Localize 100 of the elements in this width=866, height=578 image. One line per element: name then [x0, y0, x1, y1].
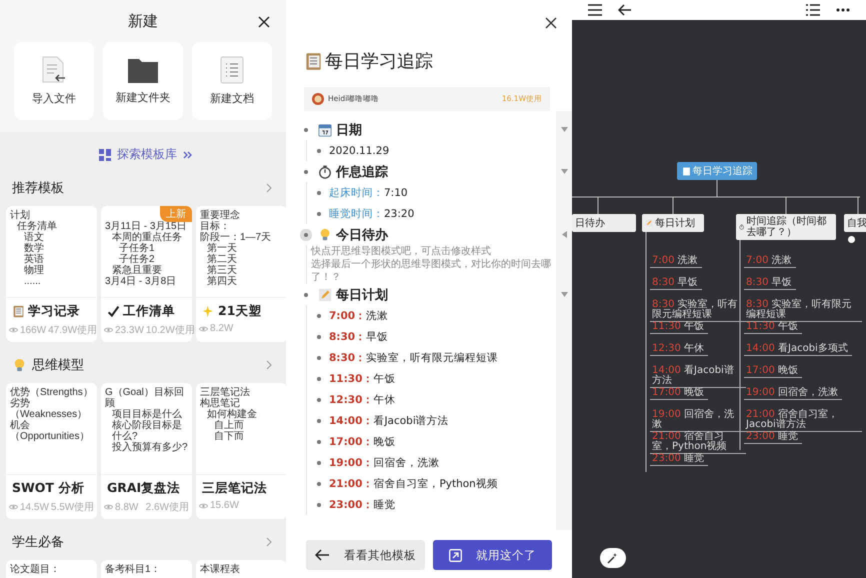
card-title: 三层笔记法	[202, 480, 267, 497]
preview-line: 构思笔记	[200, 398, 240, 409]
section-title: 学生必备	[12, 534, 65, 551]
preview-line: 物理	[24, 265, 45, 276]
leaf-node[interactable]: 21:00 宿舍自习室，Jacobi谱方法	[744, 410, 862, 432]
use-count: 5.5W使用	[50, 501, 94, 514]
explore-templates-link[interactable]: 探索模板库	[99, 146, 193, 163]
preview-line: 第二天	[207, 254, 238, 265]
leaf-node[interactable]: 14:00 看Jacobi多项式	[744, 344, 852, 356]
leaf-node[interactable]: 7:00 洗漱	[650, 256, 702, 268]
leaf-node[interactable]: 23:00 睡觉	[650, 454, 708, 466]
template-card[interactable]: 论文题目：	[6, 560, 97, 578]
new-badge: 上新	[160, 206, 192, 222]
view-count: 8.8W	[115, 502, 138, 512]
card-title: GRAI复盘法	[107, 480, 180, 497]
outline-item: 2020.11.29	[329, 144, 390, 156]
leaf-node[interactable]: 19:00 回宿舍，洗漱	[650, 410, 746, 432]
template-card[interactable]: 计划 任务清单 语文 数学 英语 物理 ...... 学习记录 166W 47.9W使用	[6, 206, 97, 342]
preview-line: 紧急且重要	[112, 265, 163, 276]
note-text: 快点开思维导图模式吧，可点击修改样式	[311, 245, 492, 258]
template-card[interactable]: 本课程表	[196, 560, 286, 578]
preview-line: 本课程表	[200, 564, 241, 575]
leaf-node[interactable]: 8:30 实验室，听有限元编程短课	[650, 300, 746, 322]
preview-line: 任务清单	[17, 221, 58, 232]
use-count: 10.2W使用	[146, 324, 195, 337]
outline-item: 8:30：实验室，听有限元编程短课	[329, 350, 498, 364]
preview-line: 子任务2	[119, 254, 156, 265]
preview-line: 备考科目1：	[105, 564, 162, 575]
leaf-node[interactable]: 8:30 实验室，听有限元编程短课	[744, 300, 862, 322]
leaf-node[interactable]: 17:00 晚饭	[744, 366, 802, 378]
outline-heading: 日期	[336, 122, 363, 138]
view-count: 15.6W	[210, 500, 239, 511]
view-count: 166W	[20, 324, 46, 336]
note-text: 选择最后一个形状的思维导图模式，对比你的时间去哪了！？	[311, 258, 552, 284]
leaf-node[interactable]: 12:30 午休	[650, 344, 708, 356]
template-card[interactable]: G（Goal）目标回顾 项目目标是什么 核心阶段目标是什么? 投入预算有多少? GRAI复盘法 8.8W 2.6W使用	[101, 383, 192, 519]
outline-item: 23:00：睡觉	[329, 498, 396, 512]
card-title: 学习记录	[28, 303, 80, 320]
leaf-node[interactable]: 7:00 洗漱	[744, 256, 796, 268]
outline-item: 21:00：宿舍自习室，Python视频	[329, 476, 498, 490]
view-count: 23.3W	[115, 324, 144, 336]
outline-heading: 每日计划	[336, 286, 389, 304]
preview-line: 自下而	[214, 431, 245, 442]
preview-line: 语文	[24, 232, 45, 243]
outline-item: 12:30：午休	[329, 392, 396, 406]
outline-item: 7:00：洗漱	[329, 308, 388, 322]
new-action-button[interactable]: 导入文件	[14, 42, 94, 120]
preview-line: 机会（Opportunities）	[10, 420, 90, 442]
outline-heading: 今日待办	[336, 226, 390, 244]
outline-item: 19:00：回宿舍，洗漱	[329, 456, 440, 470]
leaf-node[interactable]: 23:00 睡觉	[744, 432, 802, 444]
sheet-title: 新建	[128, 12, 158, 30]
leaf-node[interactable]: 11:30 午饭	[744, 322, 802, 334]
preview-line: 优势（Strengths）	[10, 387, 94, 398]
leaf-node[interactable]: 19:00 回宿舍，洗漱	[744, 388, 842, 400]
preview-line: 自上而	[214, 420, 245, 431]
preview-line: 子任务1	[119, 243, 156, 254]
use-count: 2.6W使用	[146, 501, 189, 514]
preview-line: ......	[24, 276, 42, 287]
preview-line: 如何构建金	[207, 409, 258, 420]
leaf-node[interactable]: 8:30 早饭	[650, 278, 702, 290]
preview-line: 3月4日 - 3月8日	[105, 276, 178, 287]
outline-item: 起床时间：7:10	[329, 186, 408, 200]
new-action-button[interactable]: 新建文档	[192, 42, 272, 120]
preview-line: 第三天	[207, 265, 238, 276]
preview-line: 英语	[24, 254, 45, 265]
new-action-button[interactable]: 新建文件夹	[103, 42, 183, 120]
outline-item: 睡觉时间：23:20	[329, 206, 414, 220]
branch-node[interactable]: 时间追踪（时间都去哪了？）	[736, 214, 836, 240]
outline-heading: 作息追踪	[336, 164, 389, 180]
preview-line: 第四天	[207, 276, 238, 287]
leaf-node[interactable]: 11:30 午饭	[650, 322, 708, 334]
use-template-button[interactable]: 就用这个了	[433, 540, 552, 570]
template-card[interactable]: 优势（Strengths） 劣势（Weaknesses） 机会（Opportunities） SWOT 分析 14.5W 5.5W使用	[6, 383, 97, 519]
section-title: 推荐模板	[12, 180, 65, 197]
template-card[interactable]: 备考科目1：	[101, 560, 192, 578]
leaf-node[interactable]: 17:00 晚饭	[650, 388, 708, 400]
preview-line: 阶段一：1—7天	[200, 232, 272, 243]
outline-item: 14:00：看Jacobi谱方法	[329, 414, 449, 428]
use-count: 47.9W使用	[48, 324, 98, 337]
card-title: 工作清单	[123, 303, 175, 320]
branch-node[interactable]: 日待办	[572, 214, 636, 232]
view-count: 8.2W	[210, 323, 234, 334]
preview-line: 第一天	[207, 243, 238, 254]
branch-node[interactable]: 每日计划	[642, 214, 704, 232]
view-count: 14.5W	[20, 502, 49, 512]
leaf-node[interactable]: 8:30 早饭	[744, 278, 796, 290]
leaf-node[interactable]: 14:00 看Jacobi谱方法	[650, 366, 746, 388]
leaf-node[interactable]: 21:00 宿舍自习室，Python视频	[650, 432, 746, 454]
other-templates-button[interactable]: 看看其他模板	[306, 540, 425, 570]
outline-item: 17:00：晚饭	[329, 434, 396, 448]
card-title: SWOT 分析	[12, 480, 84, 497]
template-card[interactable]: 三层笔记法 构思笔记 如何构建金 自上而 自下而 三层笔记法 15.6W	[196, 383, 286, 519]
template-card[interactable]: 重要理念 目标： 阶段一：1—7天 第一天 第二天 第三天 第四天 21天塑 8.2W	[196, 206, 286, 342]
preview-line: 三层笔记法	[200, 387, 251, 398]
outline-item: 11:30：午饭	[329, 372, 396, 386]
preview-line: 数学	[24, 243, 45, 254]
card-title: 21天塑	[218, 303, 262, 320]
preview-line: 重要理念	[200, 210, 241, 221]
template-title: 每日学习追踪	[325, 50, 433, 73]
